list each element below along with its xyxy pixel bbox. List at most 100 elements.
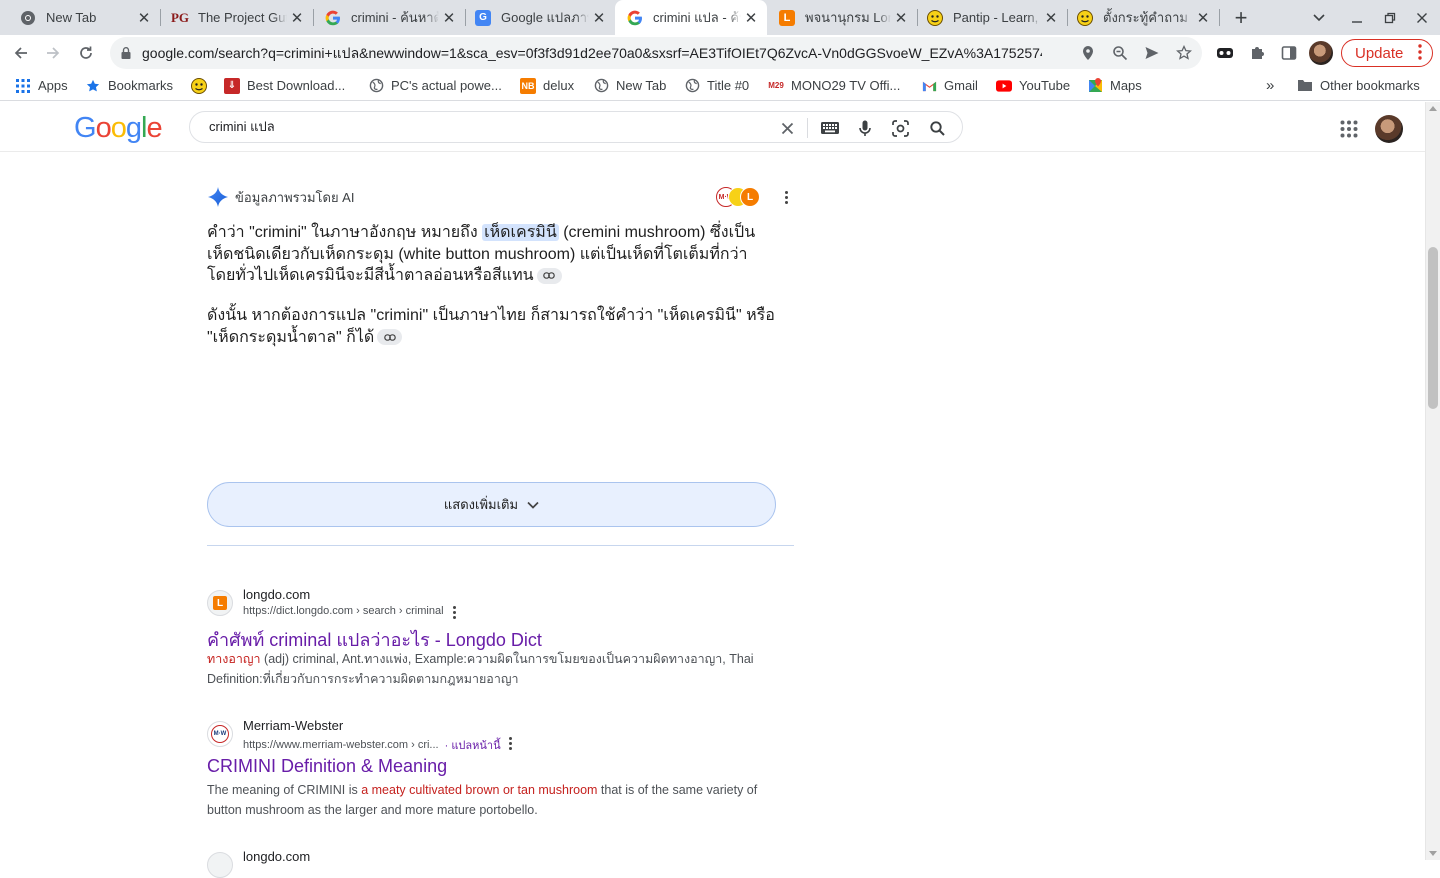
google-apps-icon[interactable]: [1340, 120, 1358, 138]
profile-avatar[interactable]: [1309, 41, 1333, 65]
bookmark-label: delux: [543, 78, 575, 93]
ai-more-options-icon[interactable]: [778, 189, 794, 205]
google-translate-icon: G: [475, 9, 491, 26]
clear-search-icon[interactable]: [777, 118, 797, 138]
bookmark-youtube[interactable]: YouTube: [996, 71, 1070, 100]
scroll-up-arrow-icon[interactable]: [1429, 106, 1437, 111]
result-site-name[interactable]: Merriam-Webster: [243, 718, 343, 733]
result-title-link[interactable]: CRIMINI Definition & Meaning: [207, 756, 447, 777]
bookmark-label: Best Download...: [247, 78, 346, 93]
close-icon[interactable]: ✕: [1041, 9, 1061, 27]
download-icon: ⇓: [224, 77, 240, 94]
extensions-puzzle-icon[interactable]: [1245, 41, 1269, 65]
bookmark-mono29[interactable]: M29 MONO29 TV Offi...: [768, 71, 900, 100]
new-tab-plus-icon[interactable]: +: [1228, 0, 1254, 35]
close-icon[interactable]: ✕: [1193, 9, 1213, 27]
google-logo[interactable]: Google: [74, 112, 163, 145]
show-more-button[interactable]: แสดงเพิ่มเติม: [207, 482, 776, 527]
longdo-icon: [207, 852, 233, 878]
ai-overview-paragraph-1: คำว่า "crimini" ในภาษาอังกฤษ หมายถึง เห็…: [207, 222, 777, 287]
back-arrow-icon[interactable]: [7, 39, 35, 67]
bookmark-pc-power[interactable]: PC's actual powe...: [368, 71, 502, 100]
more-bookmarks-chevron-icon[interactable]: »: [1266, 71, 1274, 100]
microphone-icon[interactable]: [855, 118, 875, 138]
bookmark-title-0[interactable]: Title #0: [684, 71, 749, 100]
bookmark-maps[interactable]: Maps: [1087, 71, 1142, 100]
pantip-icon: [1077, 9, 1093, 26]
tab-crimini-translate-active[interactable]: crimini แปล - ค้นหาด้วย Google ✕: [615, 0, 767, 35]
tab-title: Pantip - Learn, Share: [953, 10, 1041, 25]
tab-new-tab[interactable]: New Tab ✕: [0, 0, 160, 35]
close-icon[interactable]: ✕: [439, 9, 459, 27]
ai-text: คำว่า "crimini" ในภาษาอังกฤษ หมายถึง: [207, 224, 483, 241]
bookmark-label: Gmail: [944, 78, 978, 93]
close-window-icon[interactable]: [1408, 0, 1436, 35]
restore-window-icon[interactable]: [1376, 0, 1404, 35]
ai-highlight-term[interactable]: เห็ดเครมินี: [482, 224, 559, 241]
tab-longdo[interactable]: L พจนานุกรม Longdo ✕: [767, 0, 917, 35]
location-pin-icon[interactable]: [1078, 43, 1098, 63]
address-bar[interactable]: google.com/search?q=crimini+แปล&newwindo…: [110, 37, 1202, 69]
tab-gutenberg[interactable]: PG The Project Gutenberg ✕: [160, 0, 313, 35]
translate-page-link[interactable]: · แปลหน้านี้: [445, 736, 501, 754]
ai-sources-stack[interactable]: M·W L: [716, 186, 762, 208]
result-url[interactable]: https://www.merriam-webster.com › cri...…: [243, 736, 501, 754]
address-url: google.com/search?q=crimini+แปล&newwindo…: [142, 45, 1042, 61]
keyboard-icon[interactable]: [820, 118, 840, 138]
search-box[interactable]: crimini แปล: [189, 111, 963, 143]
close-icon[interactable]: ✕: [287, 9, 307, 27]
tab-crimini-search[interactable]: crimini - ค้นหาด้วย Google ✕: [313, 0, 465, 35]
result-more-options-icon[interactable]: [446, 604, 462, 620]
page-scrollbar[interactable]: [1425, 102, 1440, 860]
bookmark-best-download[interactable]: ⇓ Best Download...: [224, 71, 345, 100]
update-label: Update: [1355, 44, 1404, 62]
result-site-name[interactable]: longdo.com: [243, 587, 310, 602]
send-share-icon[interactable]: [1142, 43, 1162, 63]
result-more-options-icon[interactable]: [502, 735, 518, 751]
zoom-icon[interactable]: [1110, 43, 1130, 63]
extension-mask-icon[interactable]: [1213, 41, 1237, 65]
tab-google-translate[interactable]: G Google แปลภาษา ✕: [465, 0, 615, 35]
side-panel-icon[interactable]: [1277, 41, 1301, 65]
snippet-emphasis[interactable]: a meaty cultivated brown or tan mushroom: [361, 783, 597, 797]
google-header: Google crimini แปล: [0, 102, 1425, 152]
tab-search-chevron-icon[interactable]: [1306, 0, 1332, 35]
bookmark-label: PC's actual powe...: [391, 78, 502, 93]
close-icon[interactable]: ✕: [741, 9, 761, 27]
result-url-text: https://dict.longdo.com › search › crimi…: [243, 605, 444, 617]
close-icon[interactable]: ✕: [134, 9, 154, 27]
result-site-name[interactable]: longdo.com: [243, 849, 310, 864]
tab-title: The Project Gutenberg: [198, 10, 287, 25]
bookmark-delux[interactable]: NB delux: [520, 71, 574, 100]
bookmark-star-icon[interactable]: [1174, 43, 1194, 63]
minimize-icon[interactable]: [1343, 0, 1371, 35]
longdo-icon: L: [740, 187, 760, 207]
update-button[interactable]: Update: [1341, 39, 1433, 67]
forward-arrow-icon[interactable]: [39, 39, 67, 67]
bookmark-gmail[interactable]: Gmail: [921, 71, 978, 100]
scroll-thumb[interactable]: [1428, 247, 1438, 409]
search-icon[interactable]: [927, 118, 947, 138]
result-url[interactable]: https://dict.longdo.com › search › crimi…: [243, 605, 444, 617]
close-icon[interactable]: ✕: [589, 9, 609, 27]
reload-icon[interactable]: [72, 39, 100, 67]
site-info-icon[interactable]: [116, 43, 136, 63]
bookmark-pantip[interactable]: [191, 71, 214, 100]
bookmark-new-tab[interactable]: New Tab: [593, 71, 666, 100]
account-avatar[interactable]: [1375, 115, 1403, 143]
globe-icon: [368, 78, 384, 94]
ai-overview-label: ข้อมูลภาพรวมโดย AI: [235, 189, 355, 205]
bookmark-bookmarks[interactable]: Bookmarks: [85, 71, 173, 100]
scroll-down-arrow-icon[interactable]: [1429, 851, 1437, 856]
bookmarks-bar: Apps Bookmarks ⇓ Best Download... PC's a…: [0, 71, 1440, 101]
tab-pantip[interactable]: Pantip - Learn, Share ✕: [917, 0, 1067, 35]
tab-pantip-question[interactable]: ตั้งกระทู้คำถาม ✕: [1067, 0, 1219, 35]
lens-camera-icon[interactable]: [890, 118, 910, 138]
tab-title: crimini แปล - ค้นหาด้วย Google: [653, 10, 741, 25]
other-bookmarks-folder[interactable]: Other bookmarks: [1297, 71, 1420, 100]
search-input[interactable]: crimini แปล: [209, 112, 275, 142]
source-link-icon[interactable]: [536, 267, 562, 284]
close-icon[interactable]: ✕: [891, 9, 911, 27]
bookmark-apps[interactable]: Apps: [15, 71, 68, 100]
source-link-icon[interactable]: [377, 329, 403, 346]
